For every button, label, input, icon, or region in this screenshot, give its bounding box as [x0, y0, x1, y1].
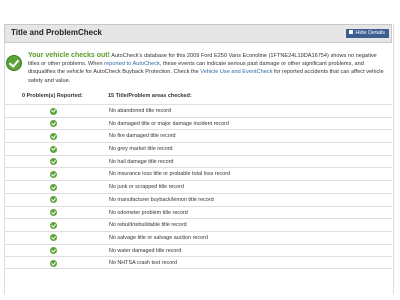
row-label: No abandoned title record: [109, 108, 172, 114]
check-icon: [50, 221, 57, 229]
row-label: No odometer problem title record: [109, 209, 188, 216]
table-row: No water damaged title record: [4, 243, 392, 257]
table-row: No abandoned title record: [4, 104, 392, 117]
table-row: No rebuilt/rebuildable title record: [4, 218, 392, 231]
check-icon: [50, 145, 57, 153]
table-row: No damaged title or major damage inciden…: [4, 116, 392, 130]
row-label: No grey market title record: [109, 146, 173, 153]
row-label: No fire damaged title record: [109, 133, 176, 140]
section-header: Title and ProblemCheck Hide Details: [4, 24, 392, 43]
row-label: No junk or scrapped title record: [109, 184, 184, 191]
table-row: No junk or scrapped title record: [4, 180, 392, 193]
check-icon: [50, 120, 57, 128]
checkmark-icon: [6, 55, 22, 71]
problem-check-list: No abandoned title record No damaged titl…: [4, 104, 392, 269]
summary-text: Your vehicle checks out! AutoCheck's dat…: [28, 52, 388, 85]
table-row: No manufacturer buyback/lemon title reco…: [4, 192, 392, 206]
row-label: No hail damage title record: [109, 158, 174, 165]
hide-details-label: Hide Details: [355, 30, 385, 36]
table-row: No hail damage title record: [4, 154, 392, 168]
check-icon: [50, 234, 57, 242]
check-icon: [50, 259, 57, 267]
problems-reported-header: 0 Problem(s) Reported:: [22, 93, 83, 99]
row-label: No insurance loss title or probable tota…: [109, 171, 231, 178]
reported-link[interactable]: reported to AutoCheck: [104, 61, 160, 67]
table-row: No insurance loss title or probable tota…: [4, 167, 392, 180]
check-icon: [50, 183, 57, 191]
section-title: Title and ProblemCheck: [11, 28, 102, 37]
row-label: No rebuilt/rebuildable title record: [109, 222, 187, 229]
table-row: No fire damaged title record: [4, 129, 392, 142]
row-label: No water damaged title record: [109, 247, 182, 254]
table-row: No grey market title record: [4, 142, 392, 155]
table-header: 0 Problem(s) Reported: 15 Title/Problem …: [4, 91, 392, 105]
check-icon: [50, 247, 57, 255]
hide-details-button[interactable]: Hide Details: [346, 29, 389, 38]
summary-lead: Your vehicle checks out!: [28, 52, 110, 59]
table-row: No NHTSA crash test record: [4, 256, 392, 269]
check-icon: [50, 132, 57, 140]
check-icon: [50, 209, 57, 216]
check-icon: [50, 158, 57, 166]
check-icon: [50, 196, 57, 204]
vehicle-use-link[interactable]: Vehicle Use and EventCheck: [200, 69, 272, 75]
row-label: No NHTSA crash test record: [109, 260, 178, 267]
row-label: No damaged title or major damage inciden…: [109, 120, 229, 127]
row-label: No salvage title or salvage auction reco…: [109, 234, 208, 241]
collapse-icon: [349, 30, 354, 34]
areas-checked-header: 15 Title/Problem areas checked:: [108, 93, 192, 99]
check-icon: [50, 170, 57, 178]
row-label: No manufacturer buyback/lemon title reco…: [109, 196, 214, 203]
check-icon: [50, 107, 57, 115]
table-row: No salvage title or salvage auction reco…: [4, 230, 392, 244]
table-row: No odometer problem title record: [4, 205, 392, 219]
